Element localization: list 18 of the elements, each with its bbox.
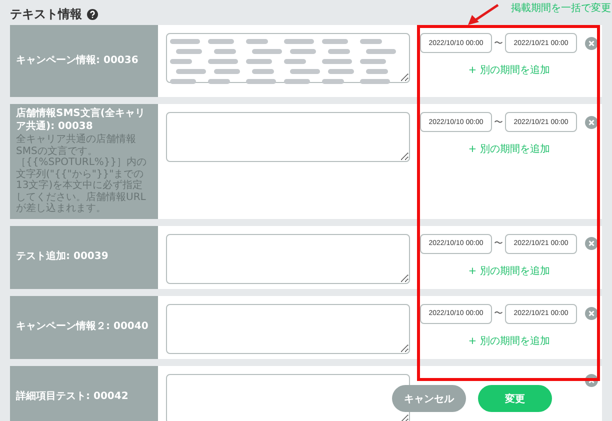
section-title: テキスト情報 bbox=[10, 6, 82, 23]
range-separator: 〜 bbox=[494, 116, 503, 128]
annotation-text: 掲載期間を一括で変更 bbox=[511, 1, 611, 15]
field-label: キャンペーン情報: 00036 bbox=[16, 54, 140, 68]
range-separator: 〜 bbox=[494, 238, 503, 250]
remove-icon[interactable] bbox=[585, 307, 598, 320]
annotation-arrow bbox=[466, 3, 500, 27]
range-separator: 〜 bbox=[494, 38, 503, 50]
remove-icon[interactable] bbox=[585, 116, 598, 128]
remove-icon[interactable] bbox=[585, 374, 598, 386]
field-label: キャンペーン情報２: 00040 bbox=[16, 320, 150, 334]
field-label: 店舗情報SMS文言(全キャリア共通): 00038 bbox=[16, 108, 146, 133]
remove-icon[interactable] bbox=[585, 36, 598, 50]
field-label: 詳細項目テスト: 00042 bbox=[16, 390, 130, 404]
remove-icon[interactable] bbox=[585, 237, 598, 250]
help-icon[interactable] bbox=[87, 9, 98, 20]
range-separator: 〜 bbox=[494, 308, 503, 320]
field-label: テスト追加: 00039 bbox=[16, 250, 110, 264]
